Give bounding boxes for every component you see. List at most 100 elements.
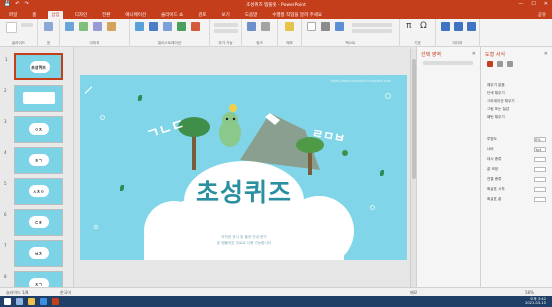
symbol-icon[interactable]: Ω xyxy=(420,21,427,31)
video-icon[interactable] xyxy=(441,22,450,31)
thumb-label: 초성퀴즈 xyxy=(31,65,46,70)
slide-number-button[interactable] xyxy=(352,29,392,33)
slide-canvas[interactable]: https://www.example-template.com ㄱㄴㄷ ㄹㅁㅂ… xyxy=(80,75,407,260)
tab-transitions[interactable]: 전환 xyxy=(99,11,113,19)
tab-view[interactable]: 보기 xyxy=(219,11,233,19)
format-row[interactable]: 패턴 채우기 xyxy=(487,115,546,120)
format-row[interactable]: 채우기 없음 xyxy=(487,83,546,88)
slide-subtitle[interactable]: 본 템플릿은 무료로 사용 가능합니다 xyxy=(144,241,344,246)
row-label: 연결 종류 xyxy=(487,177,502,181)
format-row[interactable]: 대시 종류 xyxy=(487,157,546,162)
start-icon[interactable] xyxy=(4,298,11,305)
audio-icon[interactable] xyxy=(454,22,463,31)
format-row[interactable]: 그라데이션 채우기 xyxy=(487,99,546,104)
picture-icon[interactable] xyxy=(65,22,74,31)
search-icon[interactable] xyxy=(16,298,23,305)
ribbon-tabs: 파일 홈 삽입 디자인 전환 애니메이션 슬라이드 쇼 검토 보기 도움말 수행… xyxy=(0,10,552,19)
slide-subtitle[interactable]: 저작권 표시 및 출처 안내 문구 xyxy=(144,235,344,240)
header-footer-icon[interactable] xyxy=(321,22,330,31)
file-explorer-icon[interactable] xyxy=(28,298,35,305)
row-value[interactable] xyxy=(534,197,546,202)
link-icon[interactable] xyxy=(247,22,256,31)
fill-line-icon[interactable] xyxy=(487,61,493,67)
format-row[interactable]: 화살표 끝 xyxy=(487,197,546,202)
tab-insert[interactable]: 삽입 xyxy=(48,10,63,19)
format-tabs xyxy=(487,61,513,67)
close-icon[interactable]: ✕ xyxy=(472,51,476,57)
format-row[interactable]: 끝 모양 xyxy=(487,167,546,172)
dinosaur-head xyxy=(222,112,238,128)
format-row[interactable]: 그림 또는 질감 xyxy=(487,107,546,112)
ribbon-group-slides: 슬라이드 xyxy=(0,19,38,47)
ribbon-group-table: 표 xyxy=(38,19,60,47)
format-row[interactable]: 단색 채우기 xyxy=(487,91,546,96)
format-row[interactable]: 연결 종류 xyxy=(487,177,546,182)
slide-number: 1 xyxy=(5,57,8,62)
photo-album-icon[interactable] xyxy=(107,22,116,31)
slide-thumbnail[interactable]: 4 ㅎㄱ xyxy=(4,147,63,174)
row-label: 그림 또는 질감 xyxy=(487,107,510,111)
row-value[interactable]: 0% xyxy=(534,137,546,142)
format-row[interactable]: 화살표 시작 xyxy=(487,187,546,192)
size-properties-icon[interactable] xyxy=(507,61,513,67)
screenshot-icon[interactable] xyxy=(93,22,102,31)
comment-icon[interactable] xyxy=(285,22,294,31)
maximize-button[interactable]: ☐ xyxy=(531,1,535,7)
group-label: 일러스트레이션 xyxy=(157,41,182,45)
table-icon[interactable] xyxy=(44,22,53,31)
action-icon[interactable] xyxy=(261,22,270,31)
equation-icon[interactable]: π xyxy=(406,21,411,31)
tab-help[interactable]: 도움말 xyxy=(242,11,260,19)
group-label: 이미지 xyxy=(89,41,100,45)
online-picture-icon[interactable] xyxy=(79,22,88,31)
format-row[interactable]: 너비 1pt xyxy=(487,147,546,152)
row-value[interactable] xyxy=(534,187,546,192)
new-slide-icon[interactable] xyxy=(6,22,17,33)
tell-me-search[interactable]: 수행할 작업을 알려 주세요 xyxy=(269,11,325,19)
powerpoint-icon[interactable] xyxy=(52,298,59,305)
format-row[interactable]: 투명도 0% xyxy=(487,137,546,142)
row-value[interactable] xyxy=(534,177,546,182)
date-time-button[interactable] xyxy=(352,23,392,27)
effects-icon[interactable] xyxy=(497,61,503,67)
slide-thumbnail[interactable]: 2 xyxy=(4,85,63,112)
screen-recording-icon[interactable] xyxy=(467,22,476,31)
tab-file[interactable]: 파일 xyxy=(6,11,20,19)
row-value[interactable] xyxy=(534,157,546,162)
tab-slideshow[interactable]: 슬라이드 쇼 xyxy=(158,11,186,19)
layout-button[interactable] xyxy=(21,23,33,27)
close-icon[interactable]: ✕ xyxy=(544,51,548,57)
zoom-level[interactable]: 58% xyxy=(525,290,534,295)
tab-animations[interactable]: 애니메이션 xyxy=(122,11,149,19)
slide-thumbnail[interactable]: 5 ㅅㅊㅇ xyxy=(4,178,63,205)
slide-title[interactable]: 초성퀴즈 xyxy=(144,173,344,209)
share-button[interactable]: 공유 xyxy=(538,12,546,18)
tab-home[interactable]: 홈 xyxy=(29,11,39,19)
pane-search-box[interactable] xyxy=(423,61,473,65)
my-addins-button[interactable] xyxy=(214,29,238,33)
smartart-icon[interactable] xyxy=(177,22,186,31)
wordart-icon[interactable] xyxy=(335,22,344,31)
browser-icon[interactable] xyxy=(40,298,47,305)
3d-models-icon[interactable] xyxy=(163,22,172,31)
row-label: 투명도 xyxy=(487,137,497,141)
chart-icon[interactable] xyxy=(191,22,200,31)
row-value[interactable]: 1pt xyxy=(534,147,546,152)
row-label: 대시 종류 xyxy=(487,157,502,161)
row-value[interactable] xyxy=(534,167,546,172)
tab-review[interactable]: 검토 xyxy=(195,11,209,19)
get-addins-button[interactable] xyxy=(214,23,238,27)
shapes-icon[interactable] xyxy=(135,22,144,31)
slide-thumbnail[interactable]: 7 ㅂㅈ xyxy=(4,240,63,267)
group-label: 링크 xyxy=(256,41,263,45)
icons-icon[interactable] xyxy=(149,22,158,31)
minimize-button[interactable]: — xyxy=(518,1,523,7)
slide-thumbnail[interactable]: 1 초성퀴즈 xyxy=(5,53,63,80)
ribbon-group-images: 이미지 xyxy=(60,19,130,47)
textbox-icon[interactable] xyxy=(307,22,316,31)
slide-thumbnail[interactable]: 6 ㄷㅎ xyxy=(4,209,63,236)
slide-thumbnail[interactable]: 3 ㅇㅈ xyxy=(4,116,63,143)
tab-design[interactable]: 디자인 xyxy=(72,11,90,19)
close-button[interactable]: ✕ xyxy=(544,1,548,7)
taskbar-clock[interactable]: 오후 3:42 2021-03-15 xyxy=(525,297,546,305)
